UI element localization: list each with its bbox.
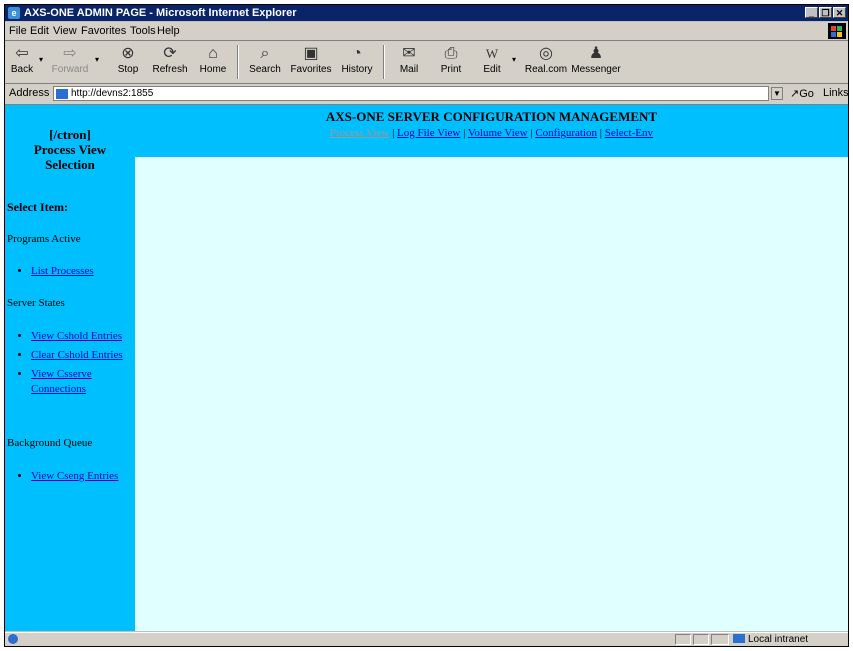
windows-logo-icon [828, 23, 846, 39]
home-icon: ⌂ [208, 45, 218, 62]
address-label: Address [9, 87, 50, 99]
messenger-button[interactable]: ♟ Messenger [570, 43, 622, 81]
menu-edit[interactable]: Edit [30, 22, 49, 40]
sidebar-heading: [/ctron] Process View Selection [33, 127, 107, 172]
link-view-cseng-entries[interactable]: View Cseng Entries [31, 470, 118, 482]
forward-arrow-icon: ⇨ [63, 45, 77, 62]
link-list-processes[interactable]: List Processes [31, 265, 94, 277]
refresh-icon: ⟳ [163, 45, 177, 62]
links-button[interactable]: Links [823, 87, 848, 99]
go-button[interactable]: ↗Go [790, 87, 814, 100]
search-icon: ⌕ [260, 45, 270, 62]
page-content: AXS-ONE SERVER CONFIGURATION MANAGEMENT … [5, 105, 848, 631]
favorites-folder-icon: ▣ [303, 45, 319, 62]
list-item: List Processes [31, 264, 131, 279]
address-dropdown[interactable]: ▼ [771, 87, 783, 100]
tab-process-view[interactable]: Process View [330, 127, 389, 139]
messenger-icon: ♟ [588, 45, 604, 62]
status-cell [693, 634, 709, 645]
programs-active-list: List Processes [13, 264, 131, 283]
window-title: AXS-ONE ADMIN PAGE - Microsoft Internet … [24, 7, 297, 19]
status-bar: Local intranet [5, 632, 848, 646]
list-item: View Csserve Connections [31, 367, 131, 397]
history-button[interactable]: ◔ History [337, 43, 377, 81]
background-queue-list: View Cseng Entries [13, 469, 131, 488]
close-button[interactable]: ✕ [833, 7, 846, 18]
favorites-button[interactable]: ▣ Favorites [288, 43, 334, 81]
stop-button[interactable]: ⊗ Stop [110, 43, 146, 81]
browser-window: e AXS-ONE ADMIN PAGE - Microsoft Interne… [4, 4, 849, 647]
title-bar: e AXS-ONE ADMIN PAGE - Microsoft Interne… [5, 5, 848, 21]
edit-button[interactable]: W Edit [475, 43, 509, 81]
page-icon [56, 89, 68, 99]
mail-button[interactable]: ✉ Mail [391, 43, 427, 81]
menu-view[interactable]: View [53, 22, 77, 40]
security-zone: Local intranet [733, 633, 808, 646]
select-item-label: Select Item: [7, 200, 68, 214]
status-cell [711, 634, 729, 645]
forward-button[interactable]: ⇨ Forward [50, 43, 90, 81]
back-dropdown[interactable]: ▾ [37, 43, 47, 81]
dropdown-arrow-icon: ▾ [39, 55, 44, 64]
realcom-button[interactable]: ◎ Real.com [523, 43, 569, 81]
list-item: View Cshold Entries [31, 329, 131, 344]
link-clear-cshold-entries[interactable]: Clear Cshold Entries [31, 349, 123, 361]
intranet-icon [733, 634, 745, 643]
edit-dropdown[interactable]: ▾ [510, 43, 520, 81]
server-states-list: View Cshold Entries Clear Cshold Entries… [13, 329, 131, 401]
list-item: Clear Cshold Entries [31, 348, 131, 363]
dropdown-arrow-icon: ▾ [95, 55, 100, 64]
menu-help[interactable]: Help [157, 22, 180, 40]
dropdown-arrow-icon: ▾ [512, 55, 517, 64]
refresh-button[interactable]: ⟳ Refresh [150, 43, 190, 81]
address-input[interactable]: http://devns2:1855 [53, 86, 769, 101]
address-url[interactable]: http://devns2:1855 [71, 88, 153, 99]
page-title: AXS-ONE SERVER CONFIGURATION MANAGEMENT [325, 109, 658, 124]
link-view-csserve-connections[interactable]: View Csserve Connections [31, 368, 92, 395]
forward-dropdown[interactable]: ▾ [93, 43, 103, 81]
go-arrow-icon: ↗ [790, 88, 800, 100]
group-programs-active: Programs Active [7, 233, 81, 245]
home-button[interactable]: ⌂ Home [195, 43, 231, 81]
print-button[interactable]: ⎙ Print [433, 43, 469, 81]
history-icon: ◔ [352, 45, 362, 62]
stop-icon: ⊗ [121, 45, 135, 62]
link-view-cshold-entries[interactable]: View Cshold Entries [31, 330, 122, 342]
tab-volume-view[interactable]: Volume View [468, 127, 528, 139]
ie-page-icon [8, 634, 18, 644]
back-arrow-icon: ⇦ [15, 45, 29, 62]
address-bar: Address http://devns2:1855 ▼ ↗Go Links [5, 84, 848, 105]
nav-tabs: Process View | Log File View | Volume Vi… [330, 127, 653, 139]
realcom-icon: ◎ [539, 45, 553, 62]
group-server-states: Server States [7, 297, 65, 309]
ie-logo-icon: e [8, 7, 20, 19]
maximize-button[interactable]: ❐ [819, 7, 832, 18]
menu-file[interactable]: File [9, 22, 27, 40]
list-item: View Cseng Entries [31, 469, 131, 484]
menu-favorites[interactable]: Favorites [81, 22, 126, 40]
tab-configuration[interactable]: Configuration [535, 127, 597, 139]
word-edit-icon: W [485, 46, 499, 61]
printer-icon: ⎙ [444, 45, 458, 62]
toolbar: ⇦ Back ▾ ⇨ Forward ▾ ⊗ Stop ⟳ Refresh ⌂ … [5, 41, 848, 84]
mail-icon: ✉ [402, 45, 416, 62]
group-background-queue: Background Queue [7, 437, 93, 449]
sidebar: [/ctron] Process View Selection Select I… [5, 105, 135, 631]
search-button[interactable]: ⌕ Search [245, 43, 285, 81]
minimize-button[interactable]: _ [805, 7, 818, 18]
menu-tools[interactable]: Tools [130, 22, 156, 40]
dropdown-arrow-icon: ▼ [773, 89, 781, 98]
tab-select-env[interactable]: Select-Env [605, 127, 653, 139]
status-cell [675, 634, 691, 645]
back-button[interactable]: ⇦ Back [7, 43, 37, 81]
menu-bar: File Edit View Favorites Tools Help [5, 22, 848, 41]
tab-log-file-view[interactable]: Log File View [397, 127, 460, 139]
